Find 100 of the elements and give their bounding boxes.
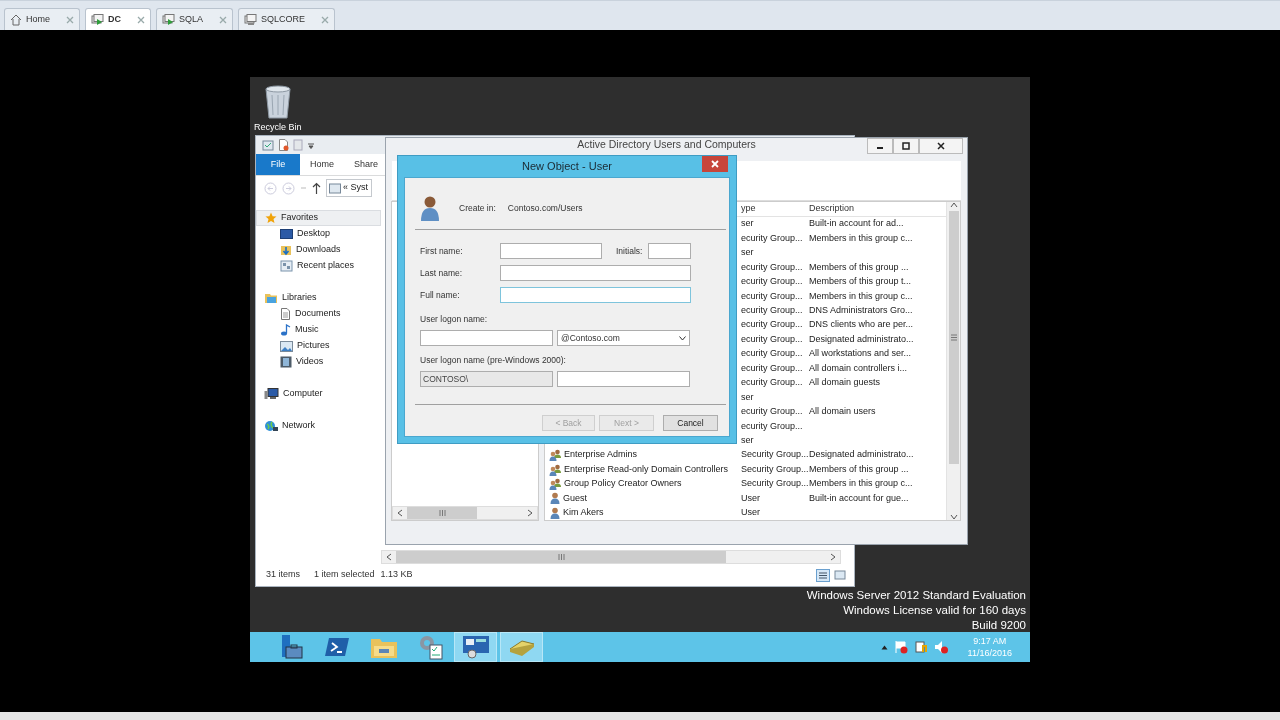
places-icon <box>280 260 293 272</box>
table-cell: ecurity Group... <box>741 261 803 272</box>
monitor-icon <box>280 228 293 240</box>
nav-item[interactable]: Libraries <box>256 290 381 306</box>
nav-item[interactable]: Network <box>256 418 381 434</box>
close-icon <box>711 160 719 168</box>
list-item[interactable]: Enterprise Admins <box>564 448 638 462</box>
properties-icon[interactable] <box>262 139 274 151</box>
maximize-button[interactable] <box>893 138 919 154</box>
new-document-icon[interactable] <box>278 139 289 151</box>
table-cell: Security Group... <box>741 478 809 489</box>
film-icon <box>280 356 292 368</box>
file-menu-button[interactable]: File <box>256 154 300 175</box>
close-button[interactable] <box>919 138 963 154</box>
address-bar[interactable]: « Syst <box>326 179 372 197</box>
wizard-button[interactable]: Cancel <box>663 415 718 431</box>
table-cell: ecurity Group... <box>741 377 803 388</box>
close-icon[interactable] <box>137 15 145 24</box>
computer-icon <box>264 388 279 400</box>
scroll-left-icon <box>386 553 392 561</box>
table-cell: All domain guests <box>809 377 881 388</box>
scrollbar[interactable] <box>946 202 960 520</box>
nav-item[interactable]: Downloads <box>256 242 381 258</box>
nav-item[interactable]: Computer <box>256 386 381 402</box>
table-cell: DNS clients who are per... <box>809 319 914 330</box>
table-cell: Designated administrato... <box>809 449 914 460</box>
taskbar-button[interactable] <box>454 632 497 662</box>
up-arrow-icon[interactable] <box>312 181 321 195</box>
status-text: 31 items <box>266 568 300 582</box>
table-cell: ser <box>741 247 754 258</box>
scrollbar[interactable] <box>381 550 841 564</box>
close-icon[interactable] <box>321 15 330 24</box>
table-cell: Members in this group c... <box>809 232 913 243</box>
nav-item[interactable]: Documents <box>256 306 381 322</box>
forward-icon[interactable] <box>282 181 295 195</box>
input-field[interactable] <box>420 330 553 346</box>
nav-item[interactable]: Pictures <box>256 338 381 354</box>
back-icon[interactable] <box>264 181 277 195</box>
house-icon <box>10 13 22 26</box>
globe-icon <box>264 420 278 432</box>
grip-icon <box>950 334 957 341</box>
ribbon-tab[interactable]: Home <box>300 154 344 175</box>
edition-text: Build 9200 <box>971 618 1026 633</box>
input-field[interactable] <box>557 371 690 387</box>
icon-label[interactable]: Recycle Bin <box>254 121 302 135</box>
tab[interactable]: Home <box>4 8 80 30</box>
scroll-down-icon <box>949 514 958 520</box>
speaker-muted-icon[interactable] <box>933 640 948 654</box>
list-item[interactable]: Guest <box>563 491 587 506</box>
table-cell: All domain users <box>809 406 876 417</box>
dialog-title: New Object - User <box>521 159 613 175</box>
nav-item[interactable]: Favorites <box>256 210 381 226</box>
star-icon <box>265 212 277 224</box>
list-item[interactable]: Kim Akers <box>563 506 604 520</box>
terminal-icon <box>323 636 350 658</box>
caret-up-icon[interactable] <box>880 644 888 650</box>
library-icon <box>264 292 278 304</box>
table-cell: ecurity Group... <box>741 290 803 301</box>
table-cell: ecurity Group... <box>741 420 803 431</box>
scrollbar[interactable] <box>392 506 538 520</box>
close-icon[interactable] <box>66 15 74 24</box>
users-icon <box>549 463 562 476</box>
column-header[interactable]: ype <box>741 202 756 216</box>
input-field[interactable] <box>500 287 691 303</box>
column-header[interactable]: Description <box>809 202 855 216</box>
table-cell: Members of this group ... <box>809 463 909 474</box>
flag-icon[interactable] <box>893 640 908 654</box>
document-icon <box>280 308 291 320</box>
table-cell: ecurity Group... <box>741 232 803 243</box>
field-label: Initials: <box>616 244 644 258</box>
input-field[interactable]: CONTOSO\ <box>420 371 553 387</box>
list-item[interactable]: Enterprise Read-only Domain Controllers <box>564 462 729 477</box>
tab[interactable]: SQLCORE <box>238 8 336 30</box>
ribbon-tab[interactable]: Share <box>344 154 388 175</box>
large-icons-view-icon[interactable] <box>834 568 846 581</box>
users-icon <box>549 449 562 462</box>
network-icon[interactable] <box>913 640 928 654</box>
scroll-left-icon <box>397 509 403 517</box>
details-view-icon[interactable] <box>816 568 830 582</box>
table-cell: User <box>741 492 760 503</box>
close-button[interactable] <box>702 156 728 172</box>
list-item[interactable]: Group Policy Creator Owners <box>564 477 682 491</box>
nav-item[interactable]: Music <box>256 322 381 338</box>
domain-dropdown[interactable]: @Contoso.com <box>557 330 690 346</box>
table-cell: ser <box>741 218 754 229</box>
input-field[interactable] <box>648 243 691 259</box>
tab[interactable]: DC <box>85 8 151 30</box>
table-cell: Members in this group c... <box>809 478 913 489</box>
status-text: 1.13 KB <box>380 568 413 582</box>
input-field[interactable] <box>500 243 602 259</box>
nav-item[interactable]: Desktop <box>256 226 381 242</box>
nav-item[interactable]: Videos <box>256 354 381 370</box>
tab[interactable]: SQLA <box>156 8 234 30</box>
nav-item[interactable]: Recent places <box>256 258 381 274</box>
input-field[interactable] <box>500 265 691 281</box>
close-icon[interactable] <box>219 15 228 24</box>
minimize-button[interactable] <box>867 138 893 154</box>
grip-icon <box>557 554 565 560</box>
table-cell: Security Group... <box>741 463 809 474</box>
edition-text: Windows License valid for 160 days <box>843 603 1026 618</box>
